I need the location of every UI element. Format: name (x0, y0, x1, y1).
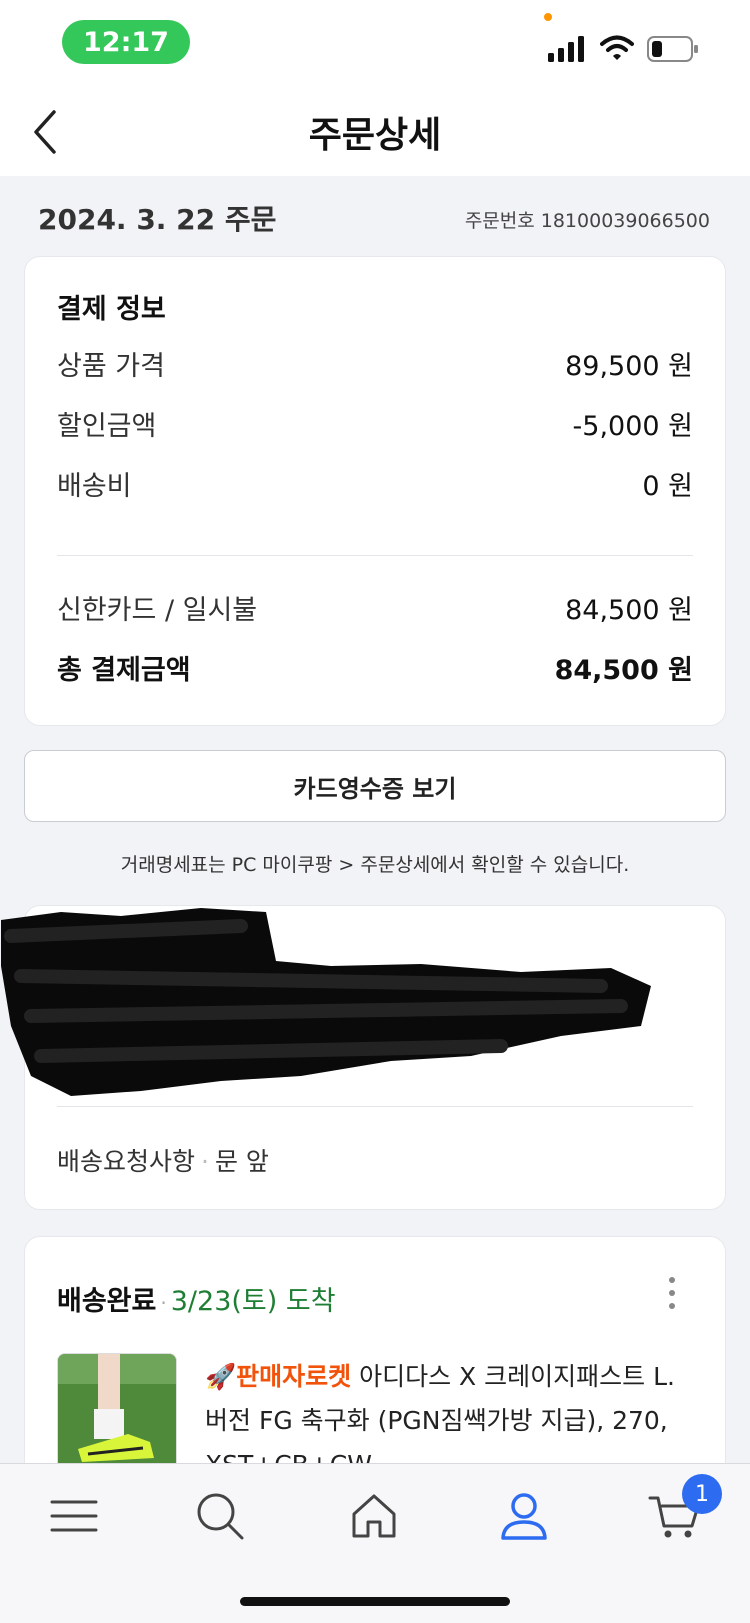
shipment-status: 배송완료 · 3/23(토) 도착 (57, 1279, 336, 1318)
total-row: 총 결제금액 84,500 원 (57, 647, 693, 687)
cellular-signal-icon (548, 36, 584, 62)
rocket-icon: 🚀 (205, 1362, 237, 1391)
my-account-icon[interactable] (498, 1490, 550, 1542)
discount-label: 할인금액 (57, 410, 157, 442)
address-divider (57, 1106, 693, 1107)
total-value: 84,500 원 (554, 654, 693, 686)
payment-info-title: 결제 정보 (57, 294, 166, 325)
shipping-fee-value: 0 원 (642, 470, 693, 502)
price-value: 89,500 원 (565, 350, 693, 382)
search-icon[interactable] (194, 1490, 246, 1542)
card-receipt-button[interactable]: 카드영수증 보기 (24, 750, 726, 822)
more-vertical-icon[interactable] (667, 1275, 677, 1311)
home-indicator (240, 1597, 510, 1606)
status-time: 12:17 (62, 20, 190, 64)
arrival-date: 3/23(토) 도착 (170, 1286, 336, 1317)
menu-icon[interactable] (48, 1490, 100, 1542)
payment-info-card: 결제 정보 상품 가격 89,500 원 할인금액 -5,000 원 배송비 0… (24, 256, 726, 726)
separator-dot: · (201, 1147, 209, 1176)
delivery-request: 배송요청사항 · 문 앞 (57, 1142, 269, 1178)
seller-rocket-badge: 🚀판매자로켓 (205, 1362, 351, 1391)
price-row: 상품 가격 89,500 원 (57, 343, 693, 383)
page-title: 주문상세 (308, 115, 442, 156)
redacted-address-scribble (1, 908, 651, 1096)
header: 주문상세 (0, 88, 750, 176)
battery-icon (647, 36, 698, 62)
separator-dot: · (160, 1291, 167, 1315)
status-bar: 12:17 (0, 0, 750, 88)
cart-count-badge: 1 (682, 1474, 722, 1514)
shipment-status-label: 배송완료 (57, 1286, 157, 1317)
product-thumbnail[interactable] (57, 1353, 177, 1473)
card-payment-value: 84,500 원 (565, 594, 693, 626)
discount-value: -5,000 원 (572, 410, 693, 442)
payment-divider (57, 555, 693, 556)
order-number: 주문번호 18100039066500 (465, 206, 710, 233)
order-number-label: 주문번호 (464, 210, 535, 232)
soccer-cleat-image (58, 1354, 176, 1472)
price-label: 상품 가격 (57, 350, 165, 382)
wifi-icon (600, 35, 634, 60)
seller-rocket-label: 판매자로켓 (236, 1362, 352, 1391)
discount-row: 할인금액 -5,000 원 (57, 403, 693, 443)
shipping-fee-label: 배송비 (57, 470, 132, 502)
delivery-request-label: 배송요청사항 (57, 1147, 196, 1176)
total-label: 총 결제금액 (57, 654, 191, 686)
receipt-note: 거래명세표는 PC 마이쿠팡 > 주문상세에서 확인할 수 있습니다. (120, 854, 630, 876)
delivery-request-value: 문 앞 (214, 1147, 269, 1176)
privacy-indicator-dot (544, 13, 552, 21)
card-payment-label: 신한카드 / 일시불 (57, 594, 258, 626)
shipping-fee-row: 배송비 0 원 (57, 463, 693, 503)
order-number-value: 18100039066500 (540, 210, 710, 232)
card-payment-row: 신한카드 / 일시불 84,500 원 (57, 587, 693, 627)
address-card: 배송요청사항 · 문 앞 (1, 905, 726, 1210)
home-icon[interactable] (348, 1490, 400, 1542)
order-date: 2024. 3. 22 주문 (38, 203, 277, 236)
